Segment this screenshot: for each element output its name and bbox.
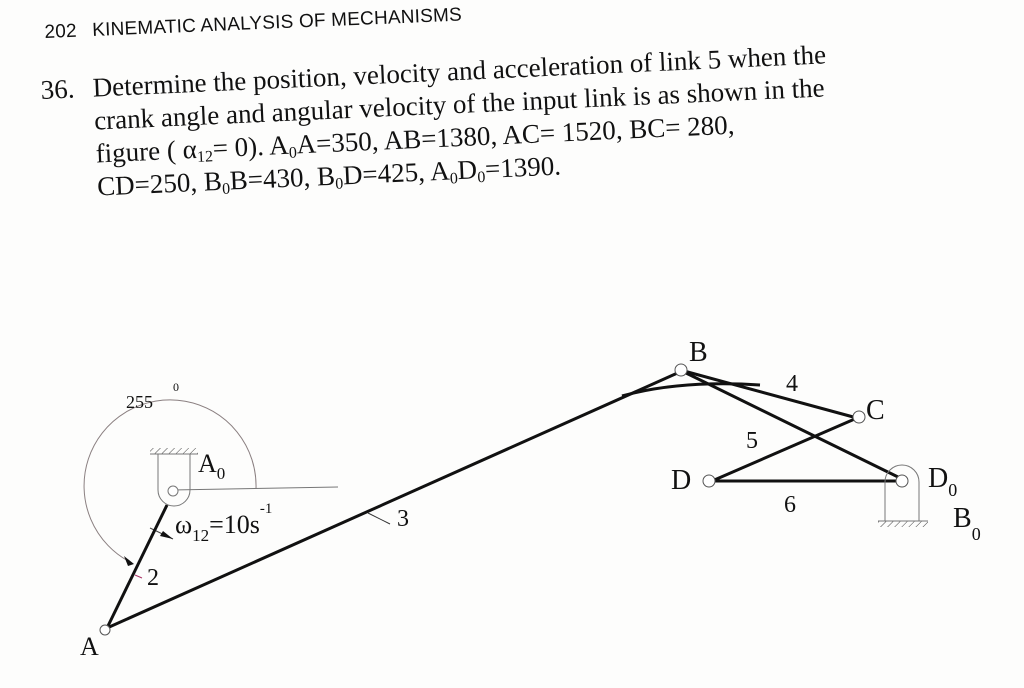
label-b: B [689, 337, 708, 368]
angle-value-label: 255 [126, 392, 153, 412]
label-link-5: 5 [746, 428, 758, 454]
joint-d0 [895, 474, 909, 488]
label-link-6: 6 [784, 492, 796, 518]
mechanism-diagram: 255 0 A0 ω12=10s-1 2 3 A B 4 C 5 D 6 D0 … [80, 337, 981, 661]
link-5 [711, 416, 858, 483]
joint-d [702, 474, 716, 488]
label-link-4: 4 [786, 371, 798, 397]
label-d: D [671, 465, 691, 496]
joint-c [852, 410, 866, 424]
arc-arrowhead [124, 556, 134, 566]
omega-arrowhead [160, 531, 173, 539]
ground-support-a0 [150, 448, 198, 507]
label-b0: B0 [953, 503, 981, 544]
angle-degree-symbol: 0 [173, 380, 179, 394]
reference-line [171, 486, 339, 491]
label-link-3: 3 [397, 506, 409, 532]
label-c: C [866, 395, 885, 426]
link-3-leader [367, 512, 391, 525]
link-3 [106, 369, 683, 630]
label-link-2: 2 [147, 565, 159, 591]
joint-a [99, 624, 111, 636]
joint-b [674, 363, 688, 377]
omega-label: ω12=10s-1 [175, 501, 272, 545]
label-a0: A0 [198, 449, 225, 483]
label-d0: D0 [928, 463, 957, 500]
ground-support-d0 [878, 464, 928, 527]
label-a: A [80, 632, 99, 661]
link-2-leader [134, 574, 143, 579]
link-4 [683, 369, 858, 420]
